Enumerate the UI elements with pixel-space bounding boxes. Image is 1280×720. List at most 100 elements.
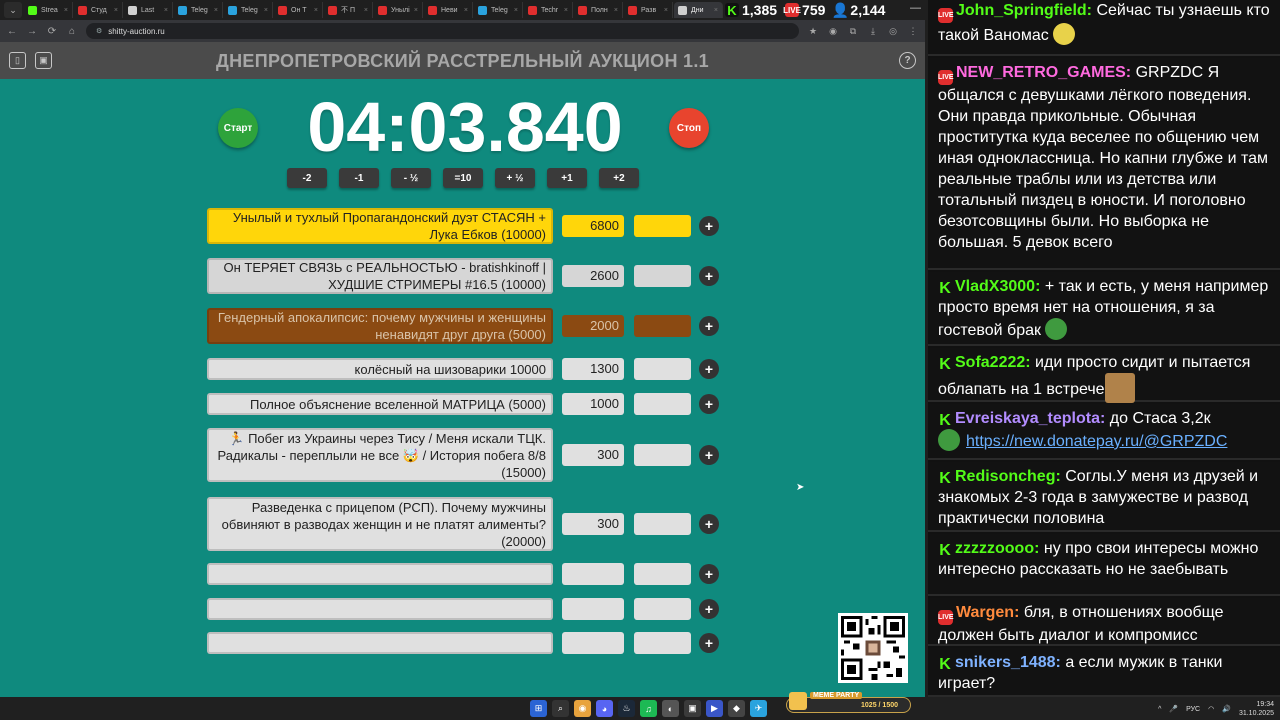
lot-add-amount-field[interactable] [634, 358, 691, 380]
lot-name-field[interactable] [207, 563, 553, 585]
download-icon[interactable]: ⤓ [867, 26, 879, 37]
lot-plus-button[interactable]: + [699, 266, 719, 286]
chat-username[interactable]: Wargen [956, 604, 1014, 621]
lot-name-field[interactable] [207, 598, 553, 620]
browser-tab[interactable]: Teleg × [224, 2, 273, 18]
browser-tab[interactable]: Дни × [674, 2, 723, 18]
home-icon[interactable]: ⌂ [66, 26, 78, 37]
profile-icon[interactable]: ◎ [887, 26, 899, 37]
extension-icon[interactable]: ◉ [827, 26, 839, 37]
chat-username[interactable]: NEW_RETRO_GAMES [956, 64, 1126, 81]
timer-step-button[interactable]: -2 [287, 168, 327, 188]
start-button[interactable]: Старт [218, 108, 258, 148]
tab-close-icon[interactable]: × [364, 7, 368, 14]
browser-tab[interactable]: 不 П × [324, 2, 373, 18]
chat-username[interactable]: snikers_1488 [955, 654, 1056, 671]
lot-plus-button[interactable]: + [699, 564, 719, 584]
tray-wifi-icon[interactable]: ◠ [1208, 705, 1214, 713]
tab-close-icon[interactable]: × [214, 7, 218, 14]
lot-name-field[interactable] [207, 632, 553, 654]
lot-name-field[interactable]: 🏃 Побег из Украины через Тису / Меня иск… [207, 428, 553, 482]
lot-add-amount-field[interactable] [634, 444, 691, 466]
chat-link[interactable]: https://new.donatepay.ru/@GRPZDC [966, 433, 1227, 450]
browser-tab[interactable]: Teleg × [474, 2, 523, 18]
chat-username[interactable]: Evreiskaya_teplota [955, 410, 1100, 427]
app-icon[interactable]: ▣ [684, 700, 701, 717]
extensions-puzzle-icon[interactable]: ⧉ [847, 26, 859, 37]
lot-add-amount-field[interactable] [634, 215, 691, 237]
menu-dots-icon[interactable]: ⋮ [907, 26, 919, 37]
lot-name-field[interactable]: Унылый и тухлый Пропагандонский дуэт СТА… [207, 208, 553, 244]
tab-close-icon[interactable]: × [514, 7, 518, 14]
lot-add-amount-field[interactable] [634, 598, 691, 620]
lot-name-field[interactable]: Полное объяснение вселенной МАТРИЦА (500… [207, 393, 553, 415]
tab-close-icon[interactable]: × [314, 7, 318, 14]
clock[interactable]: 19:34 31.10.2025 [1239, 700, 1274, 718]
timer-step-button[interactable]: +1 [547, 168, 587, 188]
tray-lang[interactable]: РУС [1186, 706, 1200, 713]
tab-close-icon[interactable]: × [264, 7, 268, 14]
timer-step-button[interactable]: - ½ [391, 168, 431, 188]
browser-tab[interactable]: Разв × [624, 2, 673, 18]
back-icon[interactable]: ← [6, 26, 18, 37]
tray-chevron-icon[interactable]: ^ [1158, 706, 1161, 713]
tab-close-icon[interactable]: × [414, 7, 418, 14]
tab-close-icon[interactable]: × [164, 7, 168, 14]
chat-username[interactable]: Redisoncheg [955, 468, 1055, 485]
lot-plus-button[interactable]: + [699, 599, 719, 619]
tab-close-icon[interactable]: × [564, 7, 568, 14]
lot-name-field[interactable]: Он ТЕРЯЕТ СВЯЗЬ с РЕАЛЬНОСТЬЮ - bratishk… [207, 258, 553, 294]
spotify-icon[interactable]: ♫ [640, 700, 657, 717]
lot-amount-field[interactable] [562, 632, 624, 654]
search-icon[interactable]: ⌕ [552, 700, 569, 717]
discord-icon[interactable]: ◕ [596, 700, 613, 717]
tray-mic-icon[interactable]: 🎤 [1169, 705, 1178, 713]
lot-amount-field[interactable]: 1300 [562, 358, 624, 380]
browser-tab[interactable]: Techr × [524, 2, 573, 18]
timer-step-button[interactable]: + ½ [495, 168, 535, 188]
tab-close-icon[interactable]: × [114, 7, 118, 14]
lot-plus-button[interactable]: + [699, 394, 719, 414]
lot-name-field[interactable]: колёсный на шизоварики 10000 [207, 358, 553, 380]
app2-icon[interactable]: ◆ [728, 700, 745, 717]
tab-close-icon[interactable]: × [464, 7, 468, 14]
lot-add-amount-field[interactable] [634, 265, 691, 287]
telegram-icon[interactable]: ✈ [750, 700, 767, 717]
lot-plus-button[interactable]: + [699, 359, 719, 379]
lot-plus-button[interactable]: + [699, 514, 719, 534]
steam-icon[interactable]: ♨ [618, 700, 635, 717]
obs-icon[interactable]: ◐ [662, 700, 679, 717]
lot-add-amount-field[interactable] [634, 563, 691, 585]
chat-username[interactable]: John_Springfield [956, 2, 1087, 19]
bookmark-star-icon[interactable]: ★ [807, 26, 819, 37]
browser-tab[interactable]: Студ × [74, 2, 123, 18]
timer-step-button[interactable]: =10 [443, 168, 483, 188]
browser-tab[interactable]: Strea × [24, 2, 73, 18]
player-icon[interactable]: ▶ [706, 700, 723, 717]
browser-tab[interactable]: Он Т × [274, 2, 323, 18]
lot-amount-field[interactable]: 1000 [562, 393, 624, 415]
browser-tab[interactable]: Last × [124, 2, 173, 18]
lot-plus-button[interactable]: + [699, 633, 719, 653]
tab-close-icon[interactable]: × [714, 7, 718, 14]
start-menu-icon[interactable]: ⊞ [530, 700, 547, 717]
chrome-icon[interactable]: ◉ [574, 700, 591, 717]
chat-username[interactable]: zzzzzoooo [955, 540, 1034, 557]
lot-amount-field[interactable] [562, 563, 624, 585]
browser-tab[interactable]: Полн × [574, 2, 623, 18]
stop-button[interactable]: Стоп [669, 108, 709, 148]
lot-plus-button[interactable]: + [699, 445, 719, 465]
chat-username[interactable]: VladX3000 [955, 278, 1035, 295]
tray-volume-icon[interactable]: 🔊 [1222, 705, 1231, 713]
tab-close-icon[interactable]: × [64, 7, 68, 14]
lot-amount-field[interactable]: 300 [562, 513, 624, 535]
lot-add-amount-field[interactable] [634, 513, 691, 535]
tab-search-button[interactable]: ⌄ [4, 2, 22, 18]
tab-close-icon[interactable]: × [664, 7, 668, 14]
tab-close-icon[interactable]: × [614, 7, 618, 14]
lot-plus-button[interactable]: + [699, 216, 719, 236]
lot-plus-button[interactable]: + [699, 316, 719, 336]
lot-amount-field[interactable]: 2000 [562, 315, 624, 337]
lot-add-amount-field[interactable] [634, 393, 691, 415]
help-icon[interactable]: ? [899, 52, 916, 69]
